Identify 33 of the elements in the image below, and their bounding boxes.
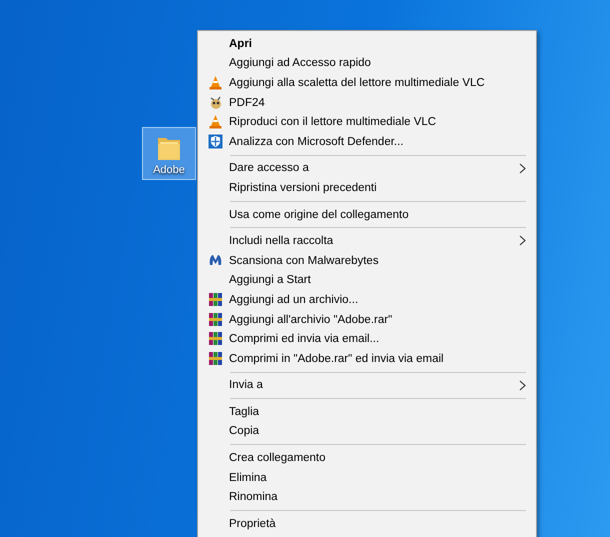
- traffic-cone-icon: [208, 75, 223, 90]
- menu-item[interactable]: Usa come origine del collegamento: [200, 204, 534, 224]
- menu-item[interactable]: Analizza con Microsoft Defender...: [200, 132, 534, 152]
- menu-item[interactable]: Scansiona con Malwarebytes: [200, 250, 534, 271]
- menu-item[interactable]: Aggiungi ad Accesso rapido: [200, 54, 534, 74]
- menu-item[interactable]: Dare accesso a: [200, 158, 534, 178]
- stacked-books-icon: [208, 350, 223, 366]
- menu-item[interactable]: Riproduci con il lettore multimediale VLC: [200, 112, 534, 132]
- stacked-books-icon: [208, 292, 223, 308]
- menu-item[interactable]: Aggiungi all'archivio "Adobe.rar": [200, 310, 534, 330]
- menu-item[interactable]: Comprimi ed invia via email...: [200, 329, 534, 349]
- menu-item[interactable]: Proprietà: [200, 514, 534, 534]
- menu-item[interactable]: Rinomina: [200, 487, 534, 508]
- cartoon-creature-icon: [208, 94, 223, 110]
- menu-item[interactable]: Aggiungi a Start: [200, 270, 534, 290]
- menu-item[interactable]: Invia a: [200, 376, 534, 396]
- m-logo-icon: [208, 252, 223, 268]
- menu-item[interactable]: Aggiungi alla scaletta del lettore multimediale VLC: [200, 73, 534, 93]
- menu-item[interactable]: Taglia: [200, 402, 534, 422]
- traffic-cone-icon: [208, 114, 223, 130]
- menu-item[interactable]: Apri: [200, 34, 534, 54]
- stacked-books-icon: [208, 312, 223, 327]
- folder-label: Adobe: [153, 164, 185, 176]
- menu-item[interactable]: Aggiungi ad un archivio...: [200, 290, 534, 310]
- stacked-books-icon: [208, 331, 223, 346]
- menu-item[interactable]: Elimina: [200, 468, 534, 488]
- menu-item[interactable]: PDF24: [200, 92, 534, 112]
- shield-icon: [208, 134, 223, 149]
- menu-item[interactable]: Copia: [200, 422, 534, 442]
- menu-item[interactable]: Crea collegamento: [200, 448, 534, 468]
- menu-item[interactable]: Includi nella raccolta: [200, 231, 534, 251]
- menu-item[interactable]: Comprimi in "Adobe.rar" ed invia via email: [200, 348, 534, 368]
- menu-item[interactable]: Ripristina versioni precedenti: [200, 178, 534, 198]
